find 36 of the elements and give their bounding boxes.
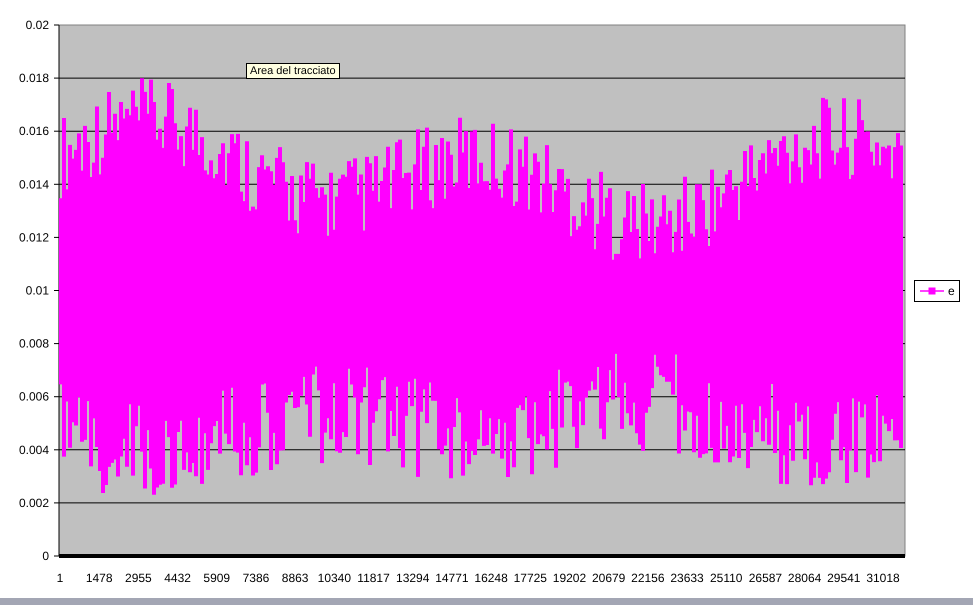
y-tick-label: 0.004 [18, 442, 49, 457]
legend-label: e [948, 284, 955, 298]
x-tick-label: 13294 [396, 571, 430, 585]
x-tick-label: 19202 [552, 571, 586, 585]
x-tick-label: 23633 [670, 571, 704, 585]
x-tick-label: 5909 [203, 571, 230, 585]
x-tick-label: 29541 [827, 571, 860, 585]
y-tick-label: 0 [42, 549, 49, 563]
y-tick-label: 0.02 [26, 18, 49, 32]
x-tick-label: 22156 [631, 571, 665, 585]
y-tick-label: 0.016 [18, 124, 49, 138]
x-tick-label: 7386 [242, 571, 270, 585]
x-tick-label: 4432 [164, 571, 191, 585]
y-tick-label: 0.008 [18, 336, 49, 351]
x-tick-label: 31018 [866, 571, 900, 585]
tooltip: Area del tracciato [246, 63, 340, 79]
x-tick-label: 14771 [435, 571, 469, 585]
x-tick-label: 17725 [514, 571, 547, 585]
x-tick-label: 25110 [710, 571, 742, 585]
y-tick-label: 0.006 [18, 390, 49, 404]
y-tick-label: 0.018 [18, 71, 49, 86]
y-tick-label: 0.002 [18, 496, 49, 510]
y-tick-label: 0.012 [18, 230, 49, 244]
y-tick-label: 0.01 [26, 284, 49, 298]
x-tick-label: 1 [56, 571, 64, 585]
x-tick-label: 2955 [125, 571, 152, 585]
x-tick-label: 8863 [282, 571, 308, 585]
x-tick-label: 26587 [748, 571, 782, 585]
x-tick-label: 1478 [86, 571, 113, 585]
x-tick-label: 16248 [474, 571, 508, 585]
x-tick-label: 20679 [592, 571, 626, 585]
y-tick-label: 0.014 [18, 177, 49, 192]
line-marker-icon [920, 287, 944, 295]
x-tick-label: 11817 [357, 571, 390, 585]
x-tick-label: 28064 [788, 571, 822, 585]
x-tick-label: 10340 [318, 571, 352, 585]
